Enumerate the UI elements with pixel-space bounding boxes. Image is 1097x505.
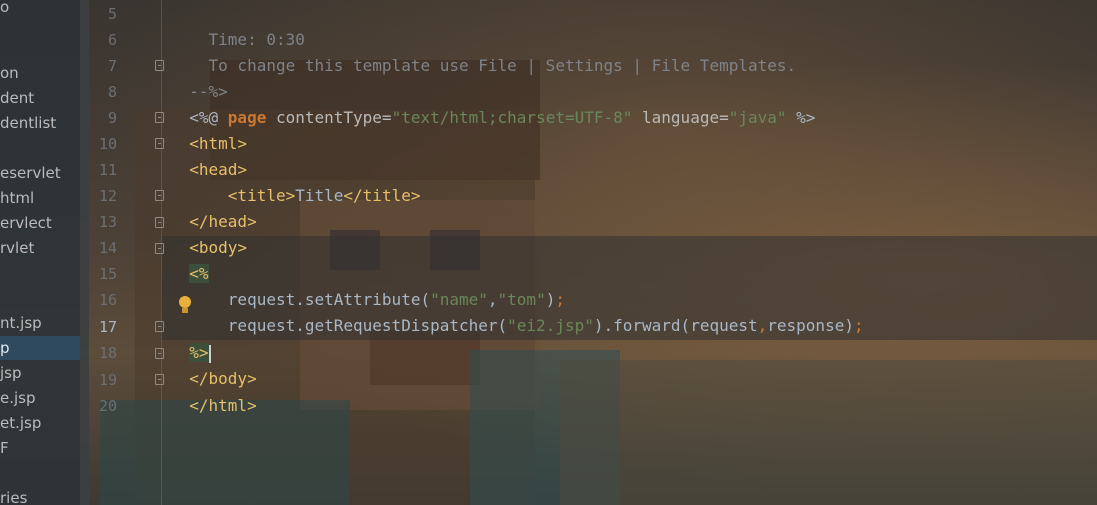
line-number: 16	[98, 291, 117, 309]
sidebar-item[interactable]: rvlet	[0, 236, 34, 260]
code-line-19[interactable]: </html>	[170, 367, 256, 415]
attribute-name: language=	[632, 108, 729, 127]
line-number: 18	[98, 344, 117, 362]
fold-end-icon[interactable]	[155, 190, 164, 201]
sidebar-item[interactable]: dent	[0, 86, 34, 110]
code-line-6[interactable]: To change this template use File | Setti…	[170, 27, 797, 75]
sidebar-item[interactable]: html	[0, 186, 34, 210]
java-code: response)	[767, 316, 854, 335]
code-line-8[interactable]: <%@ page contentType="text/html;charset=…	[170, 79, 815, 127]
code-line-11[interactable]: <title>Title</title>	[170, 157, 421, 205]
fold-end-icon[interactable]	[155, 321, 164, 332]
line-number: 5	[107, 5, 117, 23]
attribute-value: "java"	[728, 108, 787, 127]
tag-text: Title	[295, 186, 344, 205]
line-number: 7	[107, 57, 117, 75]
sidebar-item[interactable]: nt.jsp	[0, 311, 42, 335]
code-line-16[interactable]: request.getRequestDispatcher("ei2.jsp").…	[170, 287, 864, 335]
fold-start-icon[interactable]	[155, 243, 164, 254]
line-number: 20	[98, 397, 117, 415]
sidebar-item[interactable]: o	[0, 0, 9, 19]
line-number-current: 17	[98, 318, 117, 336]
fold-end-icon[interactable]	[155, 60, 164, 71]
code-line-13[interactable]: <body>	[170, 209, 247, 257]
sidebar-item-selected[interactable]: p	[0, 336, 80, 360]
code-line-5[interactable]: Time: 0:30	[170, 1, 305, 49]
code-line-12[interactable]: </head>	[170, 183, 256, 231]
code-line-18[interactable]: </body>	[170, 340, 256, 388]
line-number: 8	[107, 83, 117, 101]
java-code: request.getRequestDispatcher(	[189, 316, 508, 335]
comma: ,	[757, 316, 768, 335]
sidebar-item[interactable]: on	[0, 61, 19, 85]
line-number: 19	[98, 371, 117, 389]
code-line-15[interactable]: request.setAttribute("name","tom");	[170, 261, 565, 309]
sidebar-item[interactable]: e.jsp	[0, 386, 36, 410]
fold-end-icon[interactable]	[155, 348, 164, 359]
fold-start-icon[interactable]	[155, 217, 164, 228]
sidebar-item[interactable]: ervlect	[0, 211, 52, 235]
line-number: 14	[98, 239, 117, 257]
code-line-7[interactable]: --%>	[170, 53, 228, 101]
code-line-14[interactable]: <%	[170, 235, 209, 283]
directive-close: %>	[786, 108, 816, 127]
sidebar-item[interactable]: F	[0, 436, 9, 460]
editor-gutter: 5 6 7 8 9 10 11 12 13 14 15 16 17 18 19 …	[89, 0, 164, 505]
fold-end-icon[interactable]	[155, 374, 164, 385]
sidebar-scrollbar[interactable]	[80, 0, 89, 505]
code-line-9[interactable]: <html>	[170, 105, 247, 153]
line-number: 11	[98, 161, 117, 179]
sidebar-item[interactable]: jsp	[0, 361, 22, 385]
project-sidebar: o on dent dentlist eservlet html ervlect…	[0, 0, 80, 505]
sidebar-item[interactable]: et.jsp	[0, 411, 41, 435]
line-number: 12	[98, 187, 117, 205]
code-line-10[interactable]: <head>	[170, 131, 247, 179]
line-number: 13	[98, 213, 117, 231]
code-line-17[interactable]: %>	[170, 314, 211, 363]
bg-shape	[560, 360, 1097, 505]
sidebar-item[interactable]: ries	[0, 486, 27, 505]
comment-text: To change this template use File | Setti…	[189, 56, 797, 75]
line-number: 9	[107, 109, 117, 127]
attribute-value: "text/html;charset=UTF-8"	[391, 108, 633, 127]
sidebar-item[interactable]: eservlet	[0, 161, 61, 185]
line-number: 10	[98, 135, 117, 153]
fold-start-icon[interactable]	[155, 138, 164, 149]
html-tag: </html>	[189, 396, 257, 415]
sidebar-item[interactable]: dentlist	[0, 111, 56, 135]
string-literal: "ei2.jsp"	[507, 316, 594, 335]
fold-start-icon[interactable]	[155, 112, 164, 123]
java-code: ).forward(request	[593, 316, 758, 335]
html-tag: </title>	[343, 186, 421, 205]
line-number: 6	[107, 31, 117, 49]
line-number: 15	[98, 265, 117, 283]
attribute-name: contentType=	[266, 108, 392, 127]
semicolon: ;	[853, 316, 864, 335]
